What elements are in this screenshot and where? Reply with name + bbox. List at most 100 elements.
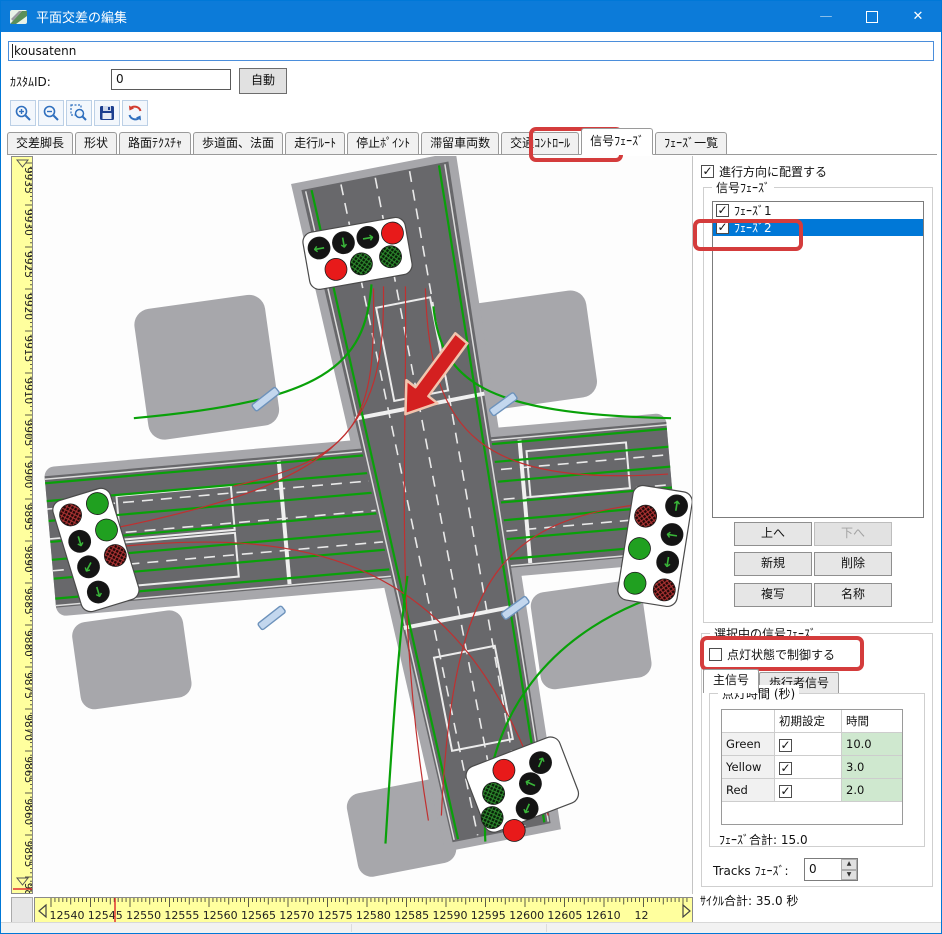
intersection-name-value: kousatenn <box>14 44 76 58</box>
svg-text:12575: 12575 <box>318 909 353 922</box>
svg-text:12600: 12600 <box>509 909 544 922</box>
tab-3[interactable]: 路面ﾃｸｽﾁｬ <box>119 132 191 154</box>
tracks-phase-spinner[interactable]: 0 ▲ ▼ <box>804 858 858 881</box>
name-button[interactable]: 名称 <box>814 583 892 607</box>
svg-text:9905: 9905 <box>22 420 33 447</box>
tab-10[interactable]: ﾌｪｰｽﾞ一覧 <box>655 132 727 154</box>
intersection-canvas[interactable]: ←↓→↓↙↓↑←↓↗↖↙ <box>34 156 693 894</box>
tab-1[interactable]: 交差脚長 <box>7 132 73 154</box>
phase-total-label: ﾌｪｰｽﾞ合計: 15.0 <box>719 831 808 848</box>
svg-text:12565: 12565 <box>241 909 276 922</box>
save-icon[interactable] <box>94 100 120 126</box>
window-title: 平面交差の編集 <box>36 7 127 26</box>
svg-text:9900: 9900 <box>22 462 33 489</box>
checkbox-box[interactable]: ✓ <box>701 165 714 178</box>
svg-text:12555: 12555 <box>164 909 199 922</box>
svg-text:9895: 9895 <box>22 504 33 531</box>
svg-text:9875: 9875 <box>22 672 33 699</box>
zoom-in-icon[interactable] <box>10 100 36 126</box>
place-direction-checkbox[interactable]: ✓ 進行方向に配置する <box>701 163 827 180</box>
status-bar <box>1 922 941 933</box>
zoom-region-icon[interactable] <box>66 100 92 126</box>
svg-text:9915: 9915 <box>22 335 33 362</box>
app-icon <box>10 9 28 25</box>
vertical-ruler[interactable]: 9935993099259920991599109905990098959890… <box>11 156 33 894</box>
tracks-phase-value[interactable]: 0 <box>805 859 841 880</box>
svg-text:12580: 12580 <box>356 909 391 922</box>
svg-text:12605: 12605 <box>547 909 582 922</box>
custom-id-label: ｶｽﾀﾑID: <box>10 73 51 90</box>
tab-9[interactable]: 信号ﾌｪｰｽﾞ <box>581 128 653 155</box>
init-checkbox[interactable]: ✓ <box>779 785 792 798</box>
spinner-up-icon[interactable]: ▲ <box>841 859 857 870</box>
svg-text:12550: 12550 <box>126 909 161 922</box>
time-value-cell[interactable]: 3.0 <box>842 756 903 779</box>
move-up-button[interactable]: 上へ <box>734 522 812 546</box>
dialog-window: 平面交差の編集 — ✕ kousatenn ｶｽﾀﾑID: 0 自動 交差脚 <box>0 0 942 934</box>
time-value-cell[interactable]: 2.0 <box>842 779 903 802</box>
text-caret <box>12 44 13 58</box>
svg-text:9920: 9920 <box>22 293 33 320</box>
move-down-button[interactable]: 下へ <box>814 522 892 546</box>
phase-item-label: ﾌｪｰｽﾞ1 <box>734 202 772 219</box>
svg-text:9855: 9855 <box>22 841 33 868</box>
svg-text:12545: 12545 <box>88 909 123 922</box>
svg-text:9890: 9890 <box>22 546 33 573</box>
svg-text:9880: 9880 <box>22 630 33 657</box>
toolbar <box>10 100 148 126</box>
table-row: Green✓10.0 <box>722 733 902 756</box>
svg-text:9870: 9870 <box>22 714 33 741</box>
subtab-1[interactable]: 主信号 <box>703 669 759 693</box>
stop-point-marker <box>257 605 286 630</box>
tab-7[interactable]: 滞留車両数 <box>421 132 499 154</box>
delete-button[interactable]: 削除 <box>814 552 892 576</box>
table-header <box>722 710 775 733</box>
annotation-box-phase2-item <box>693 219 803 251</box>
svg-text:↓: ↓ <box>660 554 674 572</box>
tab-5[interactable]: 走行ﾙｰﾄ <box>285 132 345 154</box>
svg-text:12610: 12610 <box>586 909 621 922</box>
maximize-button[interactable] <box>849 1 895 32</box>
tab-2[interactable]: 形状 <box>75 132 117 154</box>
svg-text:9935: 9935 <box>22 167 33 194</box>
svg-text:9865: 9865 <box>22 756 33 783</box>
new-button[interactable]: 新規 <box>734 552 812 576</box>
zoom-out-icon[interactable] <box>38 100 64 126</box>
svg-text:9930: 9930 <box>22 209 33 236</box>
tab-6[interactable]: 停止ﾎﾟｲﾝﾄ <box>347 132 419 154</box>
lighting-time-table: 初期設定時間Green✓10.0Yellow✓3.0Red✓2.0 <box>721 709 903 825</box>
refresh-icon[interactable] <box>122 100 148 126</box>
svg-text:12595: 12595 <box>471 909 506 922</box>
tab-bar: 交差脚長形状路面ﾃｸｽﾁｬ歩道面、法面走行ﾙｰﾄ停止ﾎﾟｲﾝﾄ滞留車両数交通ｺﾝ… <box>7 130 937 155</box>
ruler-corner <box>11 897 33 923</box>
auto-button[interactable]: 自動 <box>239 68 287 94</box>
svg-text:12585: 12585 <box>394 909 429 922</box>
svg-text:↑: ↑ <box>669 498 683 516</box>
custom-id-input[interactable]: 0 <box>111 69 231 90</box>
svg-text:9910: 9910 <box>22 378 33 405</box>
title-bar: 平面交差の編集 — ✕ <box>1 1 941 32</box>
table-header: 初期設定 <box>775 710 842 733</box>
time-value-cell[interactable]: 10.0 <box>842 733 903 756</box>
intersection-name-input[interactable]: kousatenn <box>8 41 934 61</box>
svg-text:←: ← <box>665 527 679 545</box>
svg-text:12560: 12560 <box>203 909 238 922</box>
checkbox-box[interactable]: ✓ <box>716 204 729 217</box>
spinner-down-icon[interactable]: ▼ <box>841 870 857 881</box>
signal-phase-group-title: 信号ﾌｪｰｽﾞ <box>712 179 774 196</box>
svg-text:9885: 9885 <box>22 588 33 615</box>
init-checkbox[interactable]: ✓ <box>779 762 792 775</box>
table-header: 時間 <box>842 710 903 733</box>
init-checkbox[interactable]: ✓ <box>779 739 792 752</box>
close-button[interactable]: ✕ <box>895 1 941 32</box>
table-row: Red✓2.0 <box>722 779 902 802</box>
horizontal-ruler[interactable]: 1254012545125501255512560125651257012575… <box>34 897 693 923</box>
phase-list-item-1[interactable]: ✓ ﾌｪｰｽﾞ1 <box>713 202 923 219</box>
tab-4[interactable]: 歩道面、法面 <box>193 132 283 154</box>
minimize-button[interactable]: — <box>803 1 849 32</box>
svg-text:12590: 12590 <box>433 909 468 922</box>
cycle-total-label: ｻｲｸﾙ合計: 35.0 秒 <box>700 892 798 909</box>
svg-text:12540: 12540 <box>50 909 85 922</box>
copy-button[interactable]: 複写 <box>734 583 812 607</box>
road-horizontal <box>45 422 678 608</box>
